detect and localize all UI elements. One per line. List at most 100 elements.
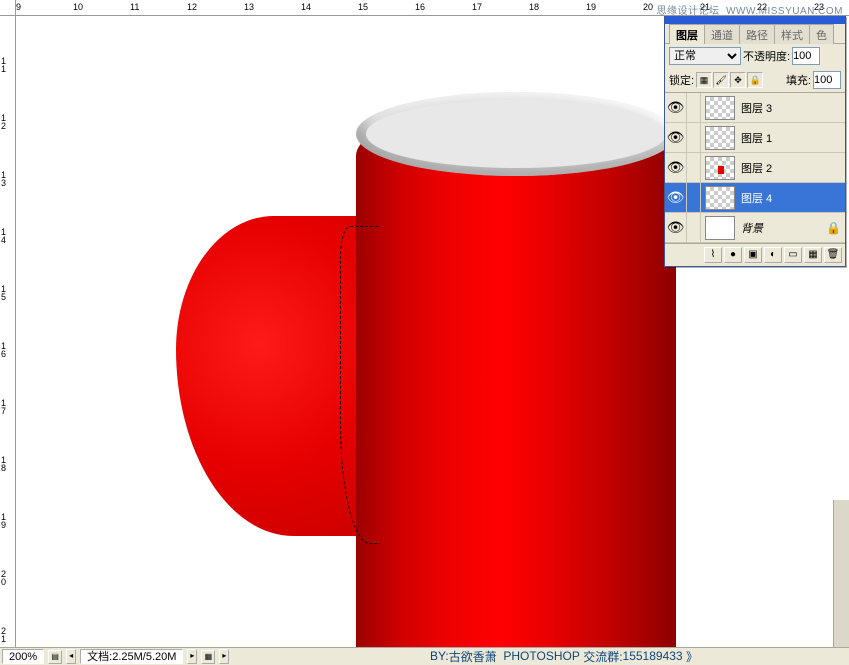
ruler-v-tick: 18 — [1, 456, 6, 472]
panel-tab[interactable]: 样式 — [774, 24, 810, 44]
visibility-toggle-icon[interactable]: 👁 — [665, 123, 687, 152]
opacity-input[interactable] — [792, 47, 820, 65]
ruler-h-tick: 17 — [472, 2, 482, 12]
layer-name-label[interactable]: 图层 4 — [739, 190, 845, 206]
panel-tab[interactable]: 路径 — [739, 24, 775, 44]
panel-tab[interactable]: 通道 — [704, 24, 740, 44]
ruler-v-tick: 11 — [1, 57, 6, 73]
ruler-h-tick: 14 — [301, 2, 311, 12]
new-layer-icon[interactable]: ▦ — [804, 247, 822, 263]
doc-value: 2.25M/5.20M — [112, 651, 176, 663]
layer-name-label[interactable]: 图层 2 — [739, 160, 845, 176]
layer-mask-icon[interactable]: ▣ — [744, 247, 762, 263]
status-extra-1[interactable]: ▦ — [201, 650, 215, 664]
ruler-h-tick: 9 — [16, 2, 21, 12]
ruler-h-tick: 11 — [130, 2, 139, 12]
credit-bar: BY: 古欲香萧 PHOTOSHOP 交流群: 155189433 》 — [430, 647, 698, 665]
panel-tabs: 图层通道路径样式色 — [665, 24, 845, 44]
doc-menu-button[interactable]: ▸ — [187, 649, 197, 664]
lock-fill-row: 锁定: ▦ 🖌 ✥ 🔒 填充: — [665, 68, 845, 92]
ruler-h-tick: 22 — [757, 2, 767, 12]
ruler-v-tick: 20 — [1, 570, 6, 586]
lock-position-icon[interactable]: ✥ — [730, 72, 746, 88]
delete-layer-icon[interactable]: 🗑 — [824, 247, 842, 263]
panel-tab[interactable]: 图层 — [669, 24, 705, 44]
zoom-step-left[interactable]: ◂ — [66, 649, 76, 664]
ruler-vertical[interactable]: 101112131415161718192021 — [0, 16, 16, 647]
layer-thumbnail[interactable] — [705, 156, 735, 180]
layer-name-label[interactable]: 图层 1 — [739, 130, 845, 146]
layer-row[interactable]: 👁 图层 4 — [665, 183, 845, 213]
zoom-field[interactable]: 200% — [2, 649, 44, 664]
status-extra-2[interactable]: ▸ — [219, 649, 229, 664]
lock-label: 锁定: — [669, 72, 694, 88]
ruler-h-tick: 19 — [586, 2, 596, 12]
lock-pixels-icon[interactable]: 🖌 — [713, 72, 729, 88]
doc-label: 文档: — [87, 651, 112, 663]
layer-list: 👁图层 3👁图层 1👁图层 2👁图层 4👁背景🔒 — [665, 92, 845, 243]
mug-rim-shape — [356, 92, 676, 176]
ruler-v-tick: 17 — [1, 399, 6, 415]
layer-thumbnail[interactable] — [705, 186, 735, 210]
doc-size-field[interactable]: 文档:2.25M/5.20M — [80, 649, 183, 664]
lock-icons: ▦ 🖌 ✥ 🔒 — [696, 72, 763, 88]
ruler-h-tick: 12 — [187, 2, 197, 12]
fill-label: 填充: — [786, 72, 811, 88]
lock-all-icon[interactable]: 🔒 — [747, 72, 763, 88]
layers-panel: 图层通道路径样式色 正常 不透明度: 锁定: ▦ 🖌 ✥ 🔒 填充: 👁 图层 3… — [664, 16, 846, 267]
ruler-h-tick: 23 — [814, 2, 824, 12]
credit-by-label: BY: — [430, 649, 449, 663]
ruler-h-tick: 15 — [358, 2, 368, 12]
blend-opacity-row: 正常 不透明度: — [665, 44, 845, 68]
layer-thumbnail[interactable] — [705, 96, 735, 120]
link-col[interactable] — [687, 183, 701, 212]
panel-tab[interactable]: 色 — [809, 24, 834, 44]
ruler-horizontal[interactable]: 9 10 11 12 13 14 15 16 17 18 19 20 21 22 23 — [16, 0, 849, 16]
nav-proxy-icon[interactable]: ▤ — [48, 650, 62, 664]
link-col[interactable] — [687, 153, 701, 182]
fill-input[interactable] — [813, 71, 841, 89]
layer-style-icon[interactable]: ● — [724, 247, 742, 263]
layer-thumbnail[interactable] — [705, 216, 735, 240]
credit-by-value: 古欲香萧 — [449, 648, 497, 665]
ruler-h-tick: 10 — [73, 2, 83, 12]
status-bar: 200% ▤ ◂ 文档:2.25M/5.20M ▸ ▦ ▸ — [0, 647, 849, 665]
ruler-h-tick: 18 — [529, 2, 539, 12]
visibility-toggle-icon[interactable]: 👁 — [665, 213, 687, 242]
credit-group-label: 交流群: — [583, 648, 622, 665]
panel-grip[interactable] — [665, 16, 845, 24]
layer-name-label[interactable]: 背景 — [739, 220, 826, 236]
link-col[interactable] — [687, 93, 701, 122]
ruler-h-tick: 16 — [415, 2, 425, 12]
layer-row[interactable]: 👁 图层 2 — [665, 153, 845, 183]
ruler-v-tick: 13 — [1, 171, 6, 187]
visibility-toggle-icon[interactable]: 👁 — [665, 93, 687, 122]
visibility-toggle-icon[interactable]: 👁 — [665, 183, 687, 212]
layer-name-label[interactable]: 图层 3 — [739, 100, 845, 116]
ruler-v-tick: 19 — [1, 513, 6, 529]
visibility-toggle-icon[interactable]: 👁 — [665, 153, 687, 182]
ruler-v-tick: 16 — [1, 342, 6, 358]
link-col[interactable] — [687, 213, 701, 242]
blend-mode-select[interactable]: 正常 — [669, 47, 741, 65]
mug-body-shape — [356, 106, 676, 647]
ruler-origin[interactable] — [0, 0, 16, 16]
layer-row[interactable]: 👁背景🔒 — [665, 213, 845, 243]
lock-transparency-icon[interactable]: ▦ — [696, 72, 712, 88]
opacity-label: 不透明度: — [743, 48, 790, 64]
credit-group-value: 155189433 — [623, 649, 683, 663]
ruler-v-tick: 21 — [1, 627, 6, 643]
ruler-v-tick: 15 — [1, 285, 6, 301]
ruler-h-tick: 13 — [244, 2, 254, 12]
marquee-selection[interactable] — [340, 226, 380, 544]
ruler-h-tick: 21 — [700, 2, 710, 12]
link-layers-icon[interactable]: ⌇ — [704, 247, 722, 263]
adjustment-layer-icon[interactable]: ◐ — [764, 247, 782, 263]
layer-group-icon[interactable]: ▭ — [784, 247, 802, 263]
layer-row[interactable]: 👁 图层 3 — [665, 93, 845, 123]
layer-row[interactable]: 👁 图层 1 — [665, 123, 845, 153]
vertical-scrollbar[interactable] — [833, 500, 849, 650]
ruler-h-tick: 20 — [643, 2, 653, 12]
link-col[interactable] — [687, 123, 701, 152]
layer-thumbnail[interactable] — [705, 126, 735, 150]
